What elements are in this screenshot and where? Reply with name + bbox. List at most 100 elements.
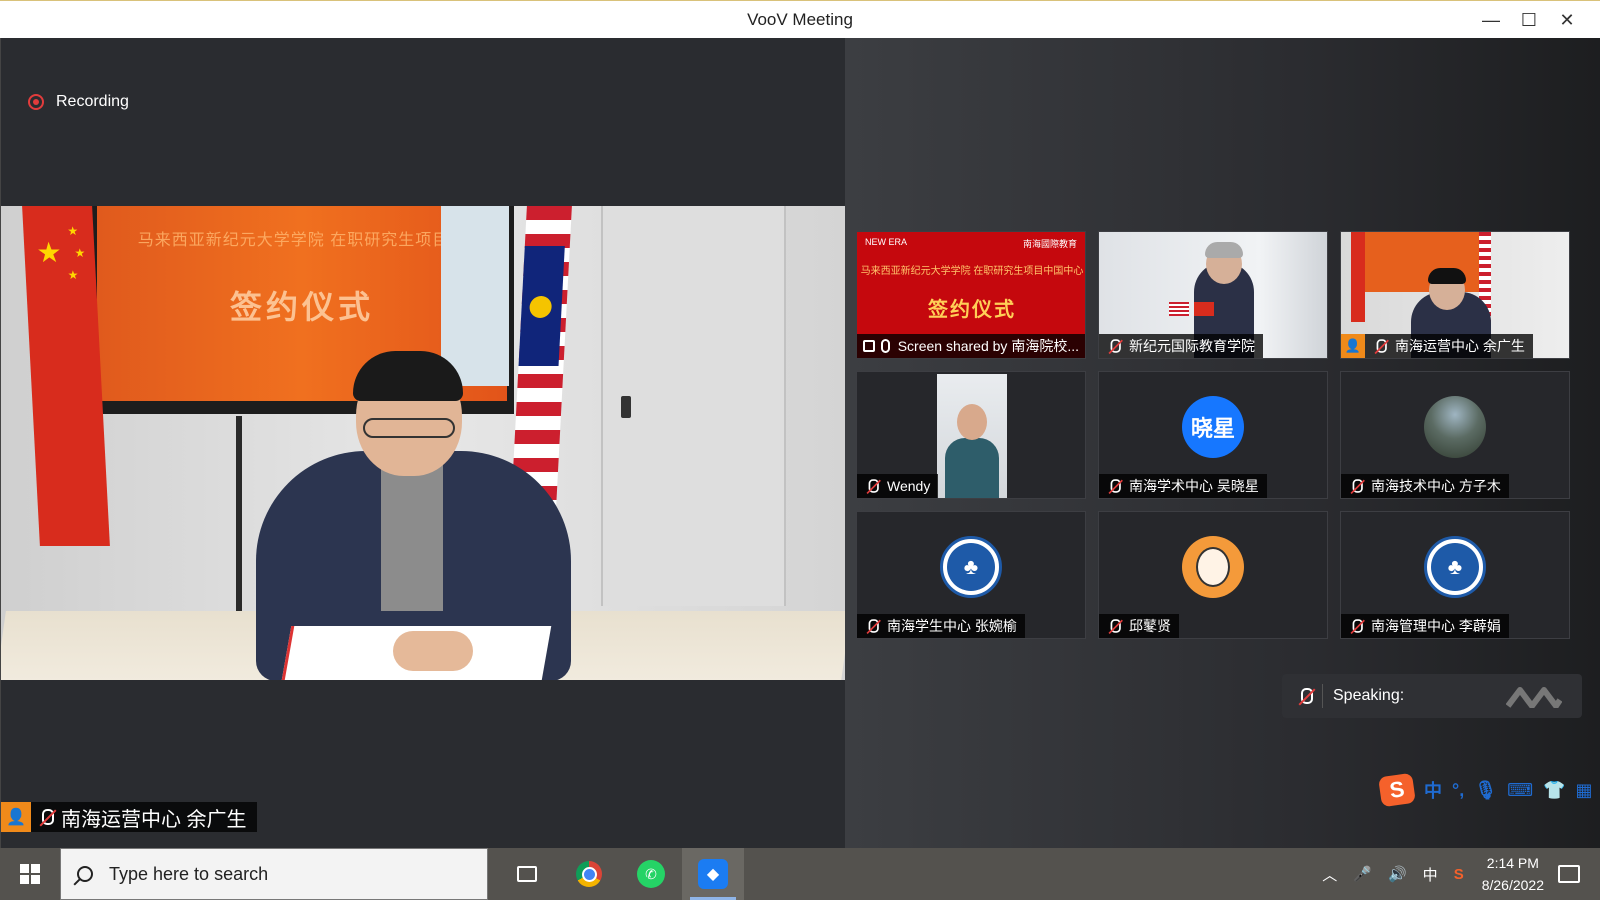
participant-tile[interactable]: Wendy [856, 371, 1086, 499]
mic-muted-icon [1106, 478, 1121, 493]
screen-title: 签约仪式 [229, 289, 374, 325]
avatar: 晓星 [1182, 396, 1244, 458]
close-icon[interactable]: ✕ [1548, 1, 1586, 39]
mic-muted-icon [1106, 618, 1121, 633]
participant-tile[interactable]: ♣ 南海学生中心 张婉榆 [856, 511, 1086, 639]
participant-head [957, 404, 987, 440]
ime-skin-icon[interactable]: 👕 [1543, 780, 1565, 801]
tile-label: 南海技术中心 方子木 [1341, 474, 1509, 498]
ime-keyboard-icon[interactable]: ⌨ [1507, 780, 1533, 801]
participant-name: 新纪元国际教育学院 [1129, 338, 1255, 354]
cartoon-face-icon [1196, 547, 1230, 587]
clock-time: 2:14 PM [1486, 855, 1539, 871]
ime-punctuation-button[interactable]: °, [1452, 780, 1464, 801]
mic-icon [881, 339, 890, 353]
host-icon: 👤 [1341, 334, 1365, 358]
speaking-indicator: Speaking: [1282, 674, 1582, 718]
sogou-tray-icon[interactable]: S [1454, 866, 1464, 883]
tile-label: 邱鼕贤 [1099, 614, 1179, 638]
participant-tile[interactable]: 邱鼕贤 [1098, 511, 1328, 639]
participant-gallery: NEW ERA 南海國際教育 马来西亚新纪元大学学院 在职研究生项目中国中心 签… [845, 38, 1600, 848]
participant-tile[interactable]: 新纪元国际教育学院 [1098, 231, 1328, 359]
notification-icon[interactable] [1558, 865, 1580, 883]
voov-taskbar-button[interactable]: ◆ [682, 848, 744, 900]
slide-logo-right: 南海國際教育 [1022, 239, 1077, 249]
whatsapp-icon: ✆ [637, 860, 665, 888]
participant-tile[interactable]: 👤 南海运营中心 余广生 [1340, 231, 1570, 359]
participant-tile[interactable]: ♣ 南海管理中心 李薜娟 [1340, 511, 1570, 639]
screen-share-icon [863, 340, 876, 352]
taskbar-search-box[interactable]: Type here to search [60, 848, 488, 900]
ime-toolbar: S 中 °, 🎙 ⌨ 👕 ▦ [1378, 770, 1592, 810]
recording-indicator: Recording [28, 93, 129, 111]
system-tray: ︿ 🎤 🔊 中 S 2:14 PM 8/26/2022 [1314, 848, 1600, 900]
maximize-icon[interactable]: ☐ [1510, 1, 1548, 39]
participant-tile[interactable]: 晓星 南海学术中心 吴晓星 [1098, 371, 1328, 499]
active-speaker-stage[interactable]: Recording 马来西亚新纪元大学学院 在职研究生项目中 签约仪式 ★ ★ … [0, 38, 846, 848]
avatar: ♣ [1424, 536, 1486, 598]
window-title: VooV Meeting [747, 9, 853, 29]
chrome-icon [576, 861, 602, 887]
participant-name: Screen shared by 南海院校... [897, 338, 1079, 354]
tile-label: 新纪元国际教育学院 [1099, 334, 1263, 358]
microphone-icon[interactable]: 🎤 [1353, 865, 1372, 883]
search-placeholder: Type here to search [109, 863, 269, 884]
recording-label: Recording [56, 93, 129, 110]
participant-tile[interactable]: NEW ERA 南海國際教育 马来西亚新纪元大学学院 在职研究生项目中国中心 签… [856, 231, 1086, 359]
school-logo-icon: ♣ [1431, 543, 1479, 591]
screen-thumbnail-strip [441, 206, 509, 386]
input-language-indicator[interactable]: 中 [1423, 864, 1438, 885]
mic-muted-icon [864, 618, 879, 633]
active-speaker-name-tag: 👤 南海运营中心 余广生 [1, 802, 257, 832]
person-hand [393, 631, 473, 671]
participant-name: 南海学术中心 吴晓星 [1129, 478, 1259, 494]
volume-icon[interactable]: 🔊 [1388, 865, 1407, 883]
mic-muted-icon [1372, 338, 1387, 353]
sogou-ime-icon[interactable]: S [1378, 772, 1416, 808]
screen-heading: 马来西亚新纪元大学学院 在职研究生项目中 [137, 232, 467, 249]
ime-menu-icon[interactable]: ▦ [1575, 780, 1592, 801]
chevron-up-icon[interactable]: ︿ [1322, 864, 1337, 885]
active-speaker-name: 南海运营中心 余广生 [61, 808, 247, 831]
school-logo-icon: ♣ [947, 543, 995, 591]
chrome-taskbar-button[interactable] [558, 848, 620, 900]
tile-label: Wendy [857, 474, 939, 498]
voov-meeting-icon: ◆ [698, 859, 728, 889]
mic-muted-icon [864, 478, 879, 493]
title-bar: VooV Meeting — ☐ ✕ [0, 0, 1600, 38]
start-button[interactable] [0, 848, 60, 900]
main-video[interactable]: 马来西亚新纪元大学学院 在职研究生项目中 签约仪式 ★ ★ ★ ★ [1, 206, 846, 680]
participant-name: 南海运营中心 余广生 [1395, 338, 1525, 354]
minimize-icon[interactable]: — [1472, 1, 1510, 39]
speaking-label: Speaking: [1333, 687, 1405, 704]
participant-tile[interactable]: 南海技术中心 方子木 [1340, 371, 1570, 499]
ime-voice-icon[interactable]: 🎙 [1474, 780, 1497, 801]
ime-mode-button[interactable]: 中 [1424, 777, 1442, 803]
avatar: ♣ [940, 536, 1002, 598]
china-flag [1351, 232, 1365, 322]
clock[interactable]: 2:14 PM 8/26/2022 [1482, 852, 1544, 896]
participant-body [945, 438, 999, 498]
malaysia-flag [1169, 302, 1189, 316]
participant-name: 南海管理中心 李薜娟 [1371, 618, 1501, 634]
meeting-main: Recording 马来西亚新纪元大学学院 在职研究生项目中 签约仪式 ★ ★ … [0, 38, 1600, 848]
avatar [1424, 396, 1486, 458]
slide-logo-left: NEW ERA [865, 237, 908, 247]
participant-hair [1428, 268, 1466, 284]
audio-wave-icon [1506, 687, 1562, 708]
clock-date: 8/26/2022 [1481, 877, 1544, 893]
whatsapp-taskbar-button[interactable]: ✆ [620, 848, 682, 900]
taskbar: Type here to search ✆ ◆ ︿ 🎤 🔊 中 S 2:14 P… [0, 848, 1600, 900]
mic-muted-icon [1348, 478, 1363, 493]
participant-name: 南海技术中心 方子木 [1371, 478, 1501, 494]
search-icon [77, 866, 93, 882]
participant-hair [1205, 242, 1243, 258]
windows-logo-icon [20, 864, 40, 884]
slide-subtitle: 马来西亚新纪元大学学院 在职研究生项目中国中心 [860, 266, 1084, 277]
divider [1322, 684, 1323, 708]
task-view-button[interactable] [496, 848, 558, 900]
mic-muted-icon [1106, 338, 1121, 353]
tile-label: Screen shared by 南海院校... [857, 334, 1085, 358]
participant-name: Wendy [887, 478, 931, 494]
slide-title: 签约仪式 [928, 299, 1016, 321]
